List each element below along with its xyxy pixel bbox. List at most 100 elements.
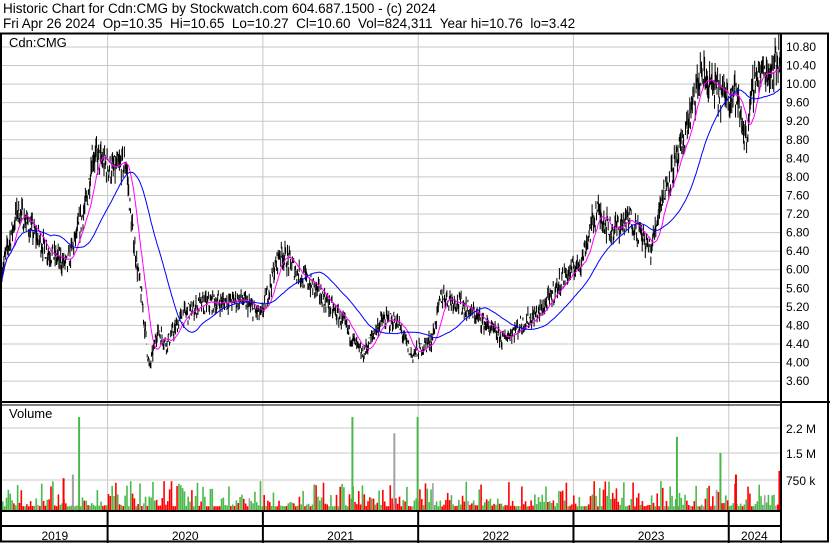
volume-bar	[621, 497, 623, 510]
volume-bar	[686, 500, 688, 510]
volume-bar	[150, 497, 152, 510]
volume-bar	[142, 503, 145, 510]
volume-bar	[33, 505, 36, 510]
volume-bar	[13, 503, 15, 510]
symbol-label: Cdn:CMG	[9, 35, 67, 50]
volume-bar	[265, 505, 267, 510]
volume-bar	[120, 505, 123, 510]
volume-bar	[406, 486, 408, 510]
volume-bar	[478, 489, 481, 510]
volume-bar	[200, 501, 202, 510]
volume-bar	[404, 501, 406, 510]
volume-bar	[302, 490, 304, 510]
volume-bar	[268, 502, 271, 510]
volume-bar	[122, 506, 125, 510]
price-tick-label: 10.40	[786, 59, 816, 73]
volume-bar	[357, 491, 360, 510]
volume-bar	[524, 501, 527, 510]
volume-bar	[569, 505, 571, 510]
volume-bar	[571, 504, 573, 510]
volume-bar	[344, 505, 347, 510]
volume-bar	[128, 506, 130, 510]
volume-bar	[113, 496, 115, 510]
volume-bar	[39, 505, 41, 510]
volume-bar	[765, 502, 768, 510]
price-tick-label: 5.60	[786, 281, 810, 295]
volume-bar	[211, 488, 214, 510]
volume-bar	[530, 500, 532, 510]
volume-bar	[217, 506, 219, 510]
volume-bar	[161, 498, 164, 510]
volume-bar	[385, 506, 388, 510]
volume-bar	[111, 485, 113, 510]
volume-bar	[166, 501, 169, 510]
volume-bar	[426, 488, 429, 510]
volume-bar	[752, 506, 755, 510]
volume-bar	[443, 504, 445, 510]
volume-bar	[411, 506, 414, 510]
volume-bar	[775, 505, 777, 510]
volume-bar	[485, 499, 488, 510]
volume-bar	[374, 504, 377, 510]
volume-bar	[645, 505, 647, 510]
volume-bar	[378, 490, 380, 510]
volume-bar	[472, 500, 475, 510]
volume-bar	[252, 503, 254, 510]
volume-bar	[285, 505, 288, 510]
volume-bar	[721, 503, 723, 510]
volume-bar	[331, 506, 334, 510]
volume-bar	[407, 505, 410, 510]
volume-bar	[306, 504, 308, 510]
volume-bar	[239, 496, 241, 510]
volume-bar	[461, 495, 464, 510]
volume-bar	[682, 504, 684, 510]
volume-bar	[304, 506, 306, 510]
volume-bar	[589, 496, 592, 510]
volume-bar	[68, 506, 71, 510]
volume-bar	[680, 497, 683, 510]
volume-bar	[244, 503, 247, 510]
volume-bar	[281, 505, 284, 510]
volume-bar	[226, 505, 228, 510]
volume-bar	[42, 500, 45, 510]
volume-bar	[648, 505, 651, 510]
volume-bar	[730, 505, 733, 510]
volume-bar	[85, 500, 88, 510]
volume-bar	[215, 506, 217, 510]
volume-bar	[231, 504, 234, 510]
volume-bar	[29, 501, 32, 510]
price-tick-label: 7.20	[786, 207, 810, 221]
volume-bar	[220, 498, 223, 510]
volume-bar	[18, 502, 21, 510]
volume-bar	[163, 481, 165, 510]
volume-bar	[728, 506, 731, 510]
volume-bar	[639, 504, 642, 510]
price-tick-label: 6.40	[786, 244, 810, 258]
volume-bar	[745, 499, 747, 510]
volume-bar	[634, 506, 636, 510]
volume-bar	[237, 502, 240, 510]
volume-bar	[695, 485, 697, 510]
volume-bar	[53, 505, 56, 510]
volume-bar	[611, 492, 614, 510]
volume-bar	[198, 505, 201, 510]
volume-bar	[532, 505, 534, 510]
volume-bar	[294, 506, 297, 510]
volume-bar	[758, 484, 760, 510]
volume-bar	[87, 505, 89, 510]
volume-bar	[213, 506, 215, 510]
volume-bar	[537, 497, 540, 510]
volume-bar	[528, 506, 531, 510]
volume-bar	[710, 506, 712, 510]
volume-bar	[561, 490, 564, 510]
volume-bar	[254, 491, 256, 510]
volume-bar	[326, 504, 329, 510]
volume-bar	[343, 487, 345, 510]
volume-bar	[44, 505, 47, 510]
volume-bar	[409, 506, 412, 510]
volume-bar	[309, 506, 312, 510]
volume-spike-bar	[351, 417, 354, 510]
year-label: 2019	[41, 529, 68, 543]
volume-bar	[539, 501, 542, 510]
volume-bar	[135, 506, 138, 510]
